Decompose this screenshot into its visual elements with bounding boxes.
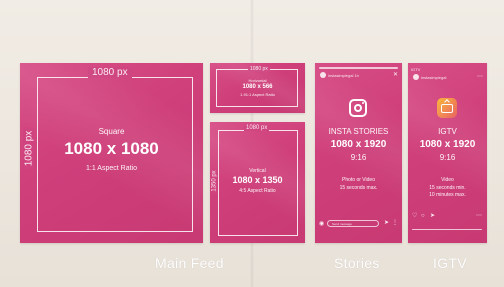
square-ratio: 1:1 Aspect Ratio [86, 165, 137, 172]
vertical-width-label: 1080 px [244, 125, 270, 131]
horizontal-width-label: 1080 px [248, 66, 270, 72]
more-icon[interactable]: ⋯ [476, 213, 482, 219]
horizontal-name: Horizontal [248, 78, 267, 83]
send-icon[interactable]: ➤ [384, 220, 389, 226]
send-message-placeholder: Send message [332, 222, 353, 226]
instagram-icon [349, 99, 367, 117]
igtv-min: 15 seconds min. [429, 185, 466, 191]
caption-main-feed: Main Feed [155, 255, 224, 271]
caption-stories: Stories [334, 255, 380, 271]
igtv-title: IGTV [438, 127, 457, 136]
horizontal-ratio: 1.91:1 Aspect Ratio [240, 92, 275, 97]
share-icon[interactable]: ➤ [430, 213, 435, 219]
igtv-card: IGTV instasimplegal ⋯ IGTV 1080 x 1920 9… [408, 63, 487, 243]
stories-card: instasimplegal 1h ✕ INSTA STORIES 1080 x… [315, 63, 402, 243]
stories-size: 1080 x 1920 [330, 139, 387, 150]
igtv-size: 1080 x 1920 [419, 139, 476, 150]
caption-igtv: IGTV [433, 255, 467, 271]
stories-ratio: 9:16 [350, 153, 367, 162]
camera-icon[interactable]: ◉ [319, 221, 324, 227]
igtv-top-label: IGTV [411, 67, 421, 72]
square-width-label: 1080 px [88, 67, 132, 78]
square-post-card: 1080 px 1080 px Square 1080 x 1080 1:1 A… [20, 63, 203, 243]
vertical-post-card: 1080 px 1350 px Vertical 1080 x 1350 4:5… [210, 122, 305, 243]
horizontal-post-card: 1080 px Horizontal 1080 x 566 1.91:1 Asp… [210, 63, 305, 113]
igtv-media: Video [441, 177, 454, 183]
vertical-size: 1080 x 1350 [232, 175, 283, 185]
igtv-icon [437, 98, 457, 118]
more-icon[interactable]: ⋮ [392, 220, 398, 226]
heart-icon[interactable]: ♡ [412, 213, 417, 219]
story-progress-bar [319, 67, 398, 69]
stories-media: Photo or Video [342, 177, 375, 183]
video-progress-bar[interactable] [412, 229, 482, 230]
stories-limit: 15 seconds max. [339, 185, 378, 191]
avatar [320, 72, 326, 78]
vertical-name: Vertical [249, 168, 266, 174]
close-icon[interactable]: ✕ [393, 72, 398, 78]
igtv-ratio: 9:16 [439, 153, 456, 162]
igtv-max: 10 minutes max. [429, 192, 466, 198]
horizontal-size: 1080 x 566 [242, 84, 273, 90]
stories-title: INSTA STORIES [328, 127, 389, 136]
comment-icon[interactable]: ○ [421, 213, 425, 219]
more-icon[interactable]: ⋯ [477, 74, 483, 80]
square-name: Square [98, 127, 125, 136]
avatar [413, 74, 419, 80]
story-handle: instasimplegal 1h [328, 73, 359, 78]
vertical-ratio: 4:5 Aspect Ratio [239, 188, 276, 194]
igtv-handle: instasimplegal [421, 75, 447, 80]
square-size: 1080 x 1080 [64, 139, 159, 158]
send-message-field[interactable]: Send message [327, 220, 379, 227]
